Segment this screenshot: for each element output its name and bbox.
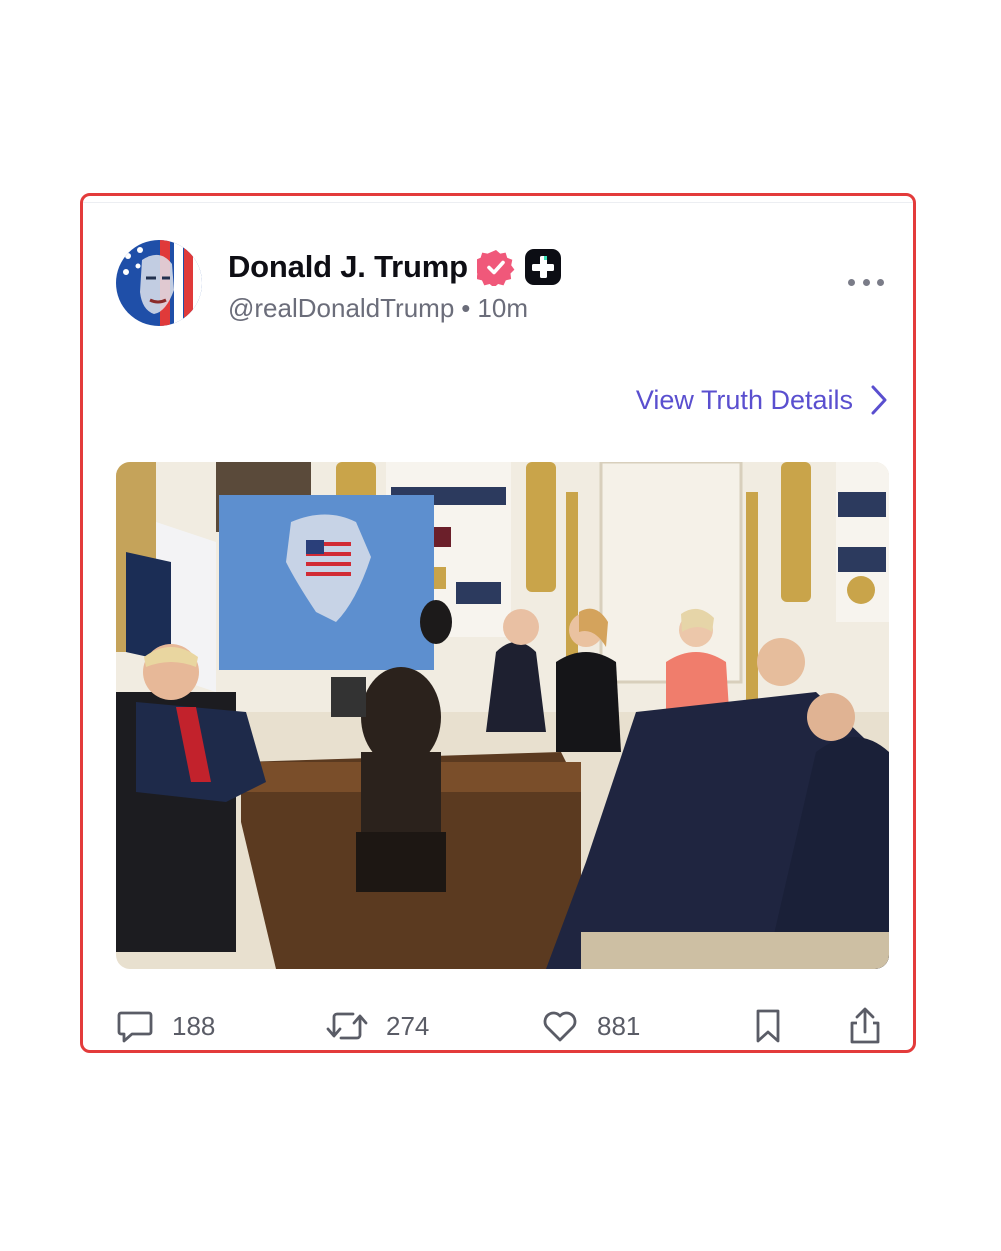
author-name-row: Donald J. Trump xyxy=(228,246,562,288)
post-image-illustration xyxy=(116,462,889,969)
truth-plus-icon xyxy=(524,249,561,285)
more-dot xyxy=(877,278,884,286)
author-handle[interactable]: @realDonaldTrump xyxy=(228,293,454,323)
reply-count: 188 xyxy=(172,1010,216,1041)
chevron-right-icon xyxy=(871,385,887,415)
retruth-button[interactable]: 274 xyxy=(326,1002,429,1050)
retruth-icon xyxy=(326,1012,368,1040)
retruth-count: 274 xyxy=(386,1010,430,1041)
meta-separator: • xyxy=(461,293,471,323)
post-meta: @realDonaldTrump • 10m xyxy=(228,293,528,324)
post-age: 10m xyxy=(477,293,528,323)
more-dot xyxy=(862,278,870,286)
bookmark-icon xyxy=(756,1009,780,1043)
avatar[interactable] xyxy=(116,240,202,326)
share-button[interactable] xyxy=(847,1002,883,1050)
view-truth-details-link[interactable]: View Truth Details xyxy=(636,384,889,416)
reply-button[interactable]: 188 xyxy=(116,1002,215,1050)
author-display-name[interactable]: Donald J. Trump xyxy=(228,249,468,285)
bookmark-button[interactable] xyxy=(753,1002,783,1050)
truth-post-card: Donald J. Trump @realDonaldTrump • 10m Vie… xyxy=(80,193,916,1053)
share-icon xyxy=(850,1007,880,1044)
like-button[interactable]: 881 xyxy=(541,1002,640,1050)
like-count: 881 xyxy=(597,1010,641,1041)
post-actions: 188 274 881 xyxy=(116,1002,889,1050)
speech-bubble-icon xyxy=(117,1011,153,1043)
heart-icon xyxy=(543,1011,577,1042)
card-divider xyxy=(83,202,913,203)
verified-badge-icon xyxy=(476,250,515,286)
avatar-image xyxy=(116,240,202,326)
view-truth-details-label: View Truth Details xyxy=(635,384,853,415)
more-options-button[interactable] xyxy=(848,272,884,292)
post-image[interactable] xyxy=(116,462,889,969)
more-horizontal-icon xyxy=(848,278,855,286)
